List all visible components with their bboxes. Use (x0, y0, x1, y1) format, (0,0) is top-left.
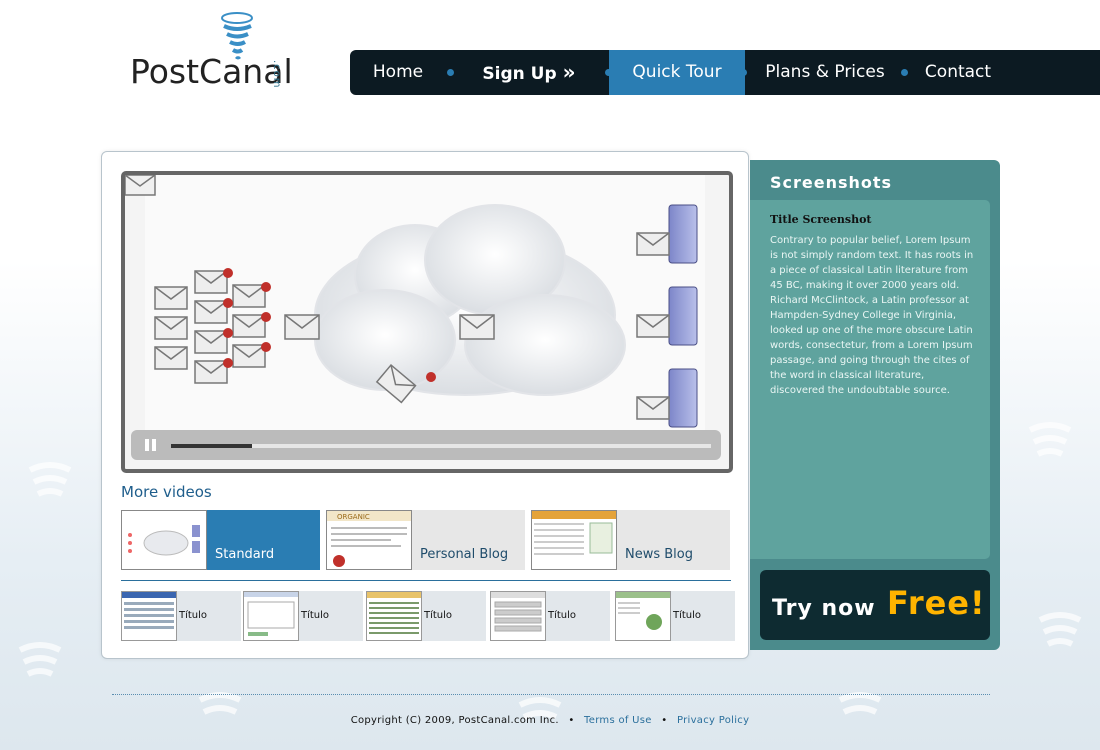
main-nav: Home Sign Up» Quick Tour Plans & Prices … (350, 50, 1100, 95)
video-panel: More videos Standard ORGANIC Personal Bl… (101, 151, 749, 659)
screenshot-thumb[interactable]: Título (243, 591, 363, 641)
privacy-policy-link[interactable]: Privacy Policy (677, 715, 749, 726)
video-thumbnail (531, 510, 617, 570)
progress-fill (171, 444, 252, 448)
video-frame-illustration (125, 175, 705, 435)
footer-divider (112, 694, 990, 695)
video-tab-news-blog[interactable]: News Blog (531, 510, 730, 570)
screenshot-thumb[interactable]: Título (615, 591, 735, 641)
nav-separator (447, 69, 454, 76)
try-now-free-button[interactable]: Try now Free! (760, 570, 990, 640)
screenshot-thumb[interactable]: Título (366, 591, 486, 641)
screenshot-thumb[interactable]: Título (490, 591, 610, 641)
screenshots-sidebar: Screenshots Title Screenshot Contrary to… (750, 160, 1000, 650)
progress-bar[interactable] (171, 444, 711, 448)
screenshot-description: Title Screenshot Contrary to popular bel… (750, 200, 990, 559)
video-tab-standard[interactable]: Standard (121, 510, 320, 570)
video-controls (131, 430, 721, 460)
more-videos-heading: More videos (121, 483, 212, 501)
screenshot-heading: Title Screenshot (770, 213, 872, 226)
video-thumbnail (121, 510, 207, 570)
svg-text:ORGANIC: ORGANIC (337, 513, 370, 521)
footer: Copyright (C) 2009, PostCanal.com Inc. •… (350, 715, 750, 726)
nav-separator (901, 69, 908, 76)
nav-plans-prices[interactable]: Plans & Prices (755, 50, 895, 95)
pause-icon[interactable] (143, 437, 159, 453)
nav-sign-up[interactable]: Sign Up» (462, 50, 592, 95)
terms-of-use-link[interactable]: Terms of Use (584, 715, 652, 726)
screenshot-body: Contrary to popular belief, Lorem Ipsum … (770, 235, 974, 396)
nav-separator (740, 69, 747, 76)
video-player[interactable] (121, 171, 733, 473)
sidebar-title: Screenshots (770, 173, 893, 192)
double-chevron-icon: » (562, 60, 576, 84)
nav-home[interactable]: Home (350, 50, 446, 95)
logo-text: PostCanal (130, 52, 293, 91)
divider (121, 580, 731, 581)
nav-contact[interactable]: Contact (920, 50, 996, 95)
copyright-text: Copyright (C) 2009, PostCanal.com Inc. (350, 715, 559, 726)
nav-quick-tour[interactable]: Quick Tour (609, 50, 745, 95)
screenshot-thumb[interactable]: Título (121, 591, 241, 641)
logo-domain-suffix: .com (271, 60, 282, 89)
video-tab-personal-blog[interactable]: ORGANIC Personal Blog (326, 510, 525, 570)
logo[interactable]: PostCanal .com (130, 12, 305, 92)
video-thumbnail: ORGANIC (326, 510, 412, 570)
